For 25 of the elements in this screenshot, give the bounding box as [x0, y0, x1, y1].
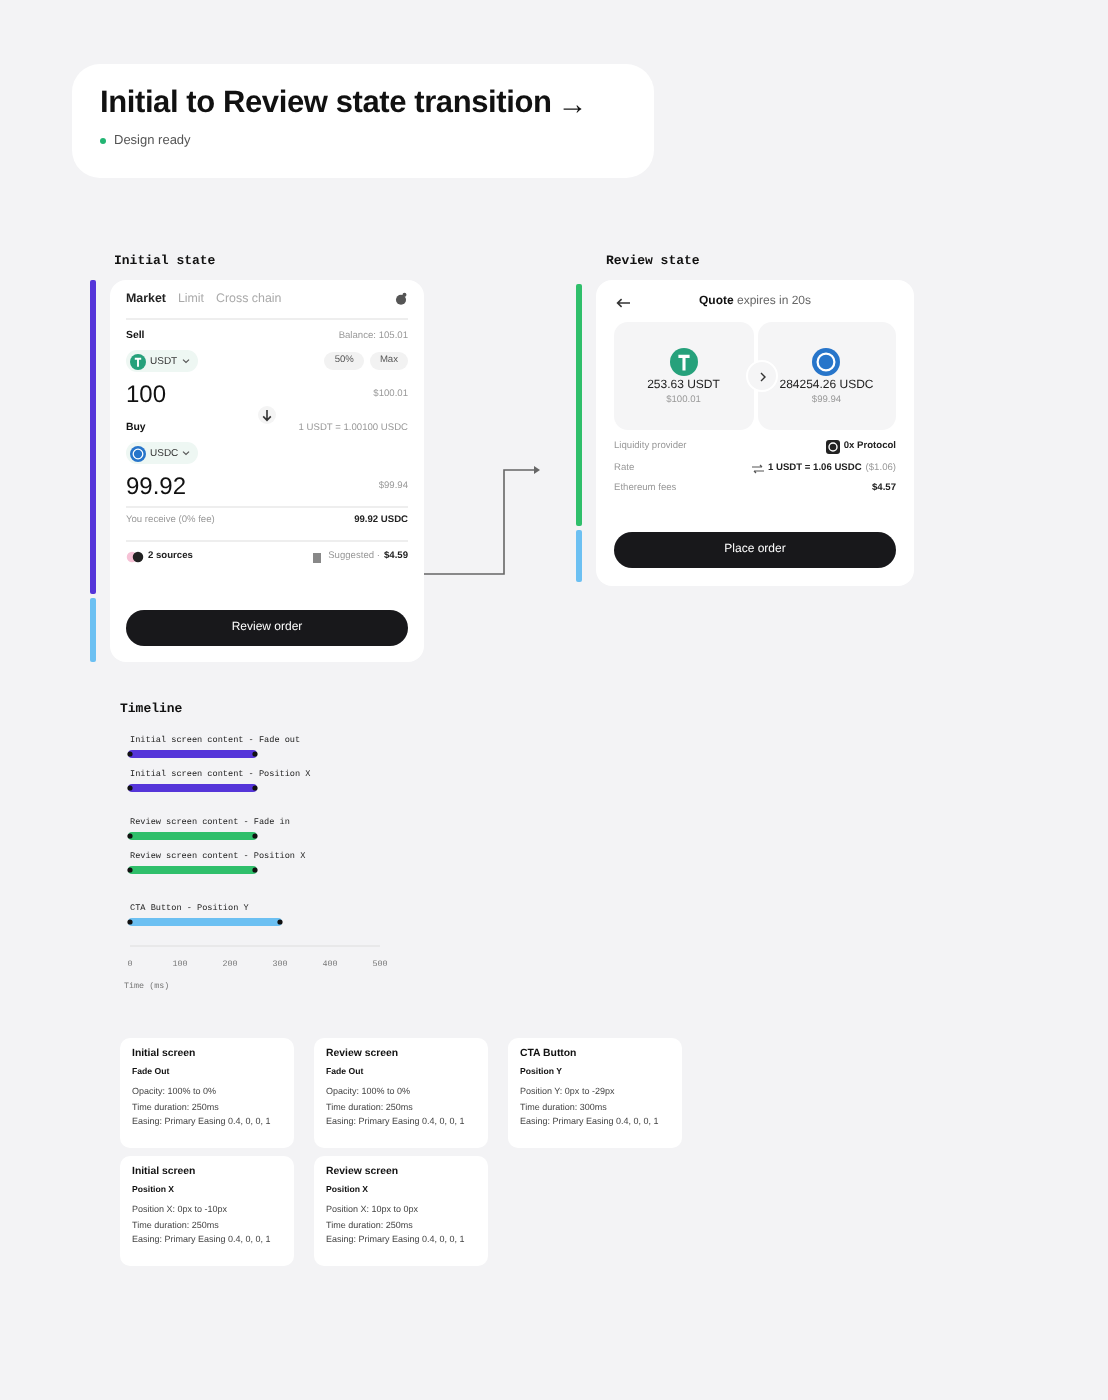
down-arrow-icon	[262, 409, 272, 421]
duration-bar	[127, 832, 258, 840]
token-icon	[812, 347, 841, 375]
fuel-icon	[312, 551, 325, 563]
swap-direction-button[interactable]	[258, 406, 276, 424]
chevron-icon	[759, 371, 765, 381]
page-title: Initial to Review state transition	[100, 86, 552, 122]
phase-bar	[90, 598, 96, 662]
swap-arrows-icon	[752, 464, 764, 474]
amount-value: 99.92	[126, 472, 187, 500]
token-icon	[130, 353, 146, 369]
arrow-icon: →	[557, 87, 588, 121]
provider-logo-icon	[825, 440, 840, 454]
settings-icon[interactable]	[394, 292, 408, 306]
caret-icon	[182, 450, 191, 456]
duration-bar	[127, 750, 258, 758]
sources-icon	[126, 550, 144, 564]
duration-bar	[127, 866, 258, 874]
token-icon	[669, 347, 698, 375]
back-arrow-icon[interactable]	[616, 298, 630, 308]
amount-value: 100	[126, 380, 167, 408]
token-icon	[130, 445, 146, 461]
caret-icon	[181, 358, 190, 364]
duration-bar	[127, 784, 258, 792]
phase-bar	[576, 530, 582, 582]
